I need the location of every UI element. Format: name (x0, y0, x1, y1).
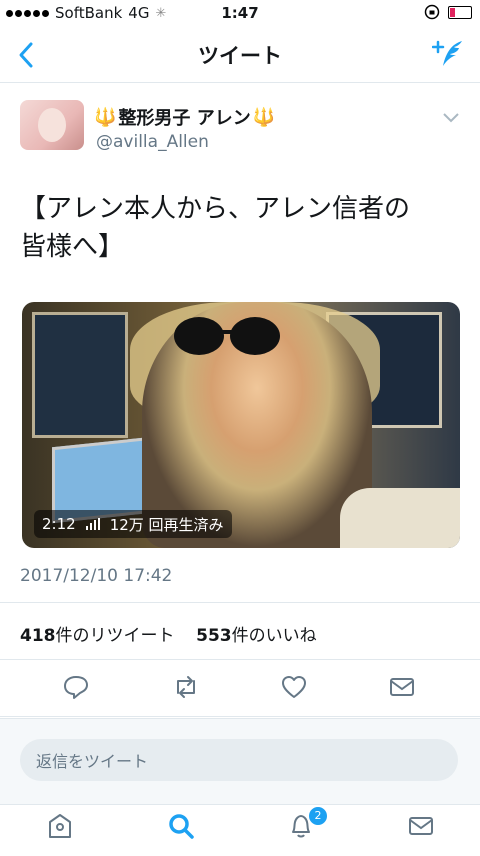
chevron-down-icon[interactable] (442, 112, 460, 124)
like-icon[interactable] (280, 673, 308, 701)
bottom-tab-bar: 2 (0, 804, 480, 856)
status-bar: SoftBank 4G ✳ 1:47 (0, 0, 480, 28)
like-count: 553 (196, 626, 232, 646)
status-time: 1:47 (221, 4, 259, 22)
retweet-label: 件のリツイート (55, 626, 175, 646)
video-frame-window (32, 312, 128, 438)
tweet-text-line: 皆様へ】 (20, 232, 125, 262)
video-frame-pillow (340, 488, 460, 548)
retweet-icon[interactable] (172, 673, 200, 701)
like-label: 件のいいね (231, 626, 317, 646)
battery-icon (448, 5, 472, 19)
video-frame-sunglasses (174, 317, 280, 355)
author-name: 整形男子 アレン (118, 108, 251, 129)
like-stat[interactable]: 553件のいいね (196, 626, 317, 646)
retweet-count: 418 (20, 626, 56, 646)
tweet-timestamp: 2017/12/10 17:42 (20, 566, 173, 586)
tweet-text-line: 【アレン本人から、アレン信者の (20, 194, 411, 224)
page-title: ツイート (198, 44, 282, 68)
video-view-count: 12万 回再生済み (109, 515, 224, 534)
author-handle[interactable]: @avilla_Allen (96, 132, 209, 152)
author-name-row[interactable]: 🔱 整形男子 アレン 🔱 (94, 104, 275, 130)
tweet-stats: 418件のリツイート 553件のいいね (0, 602, 480, 660)
view-count-icon (85, 518, 100, 530)
tweet-actions (0, 660, 480, 717)
direct-message-icon[interactable] (388, 673, 416, 701)
trident-emoji-icon: 🔱 (94, 106, 117, 128)
avatar[interactable] (20, 100, 84, 150)
reply-icon[interactable] (62, 673, 90, 701)
home-icon[interactable] (45, 811, 75, 841)
video-info-overlay: 2:12 12万 回再生済み (34, 510, 232, 538)
reply-input[interactable]: 返信をツイート (20, 739, 458, 781)
video-player[interactable]: 2:12 12万 回再生済み (22, 302, 460, 548)
retweet-stat[interactable]: 418件のリツイート (20, 626, 175, 646)
compose-tweet-button[interactable] (432, 38, 466, 72)
video-duration: 2:12 (42, 515, 76, 533)
messages-icon[interactable] (406, 811, 436, 841)
reply-bar: 返信をツイート (0, 718, 480, 805)
tweet-text: 【アレン本人から、アレン信者の 皆様へ】 (20, 190, 465, 266)
trident-emoji-icon: 🔱 (252, 106, 276, 128)
orientation-lock-icon (424, 4, 440, 20)
notification-badge: 2 (307, 805, 329, 827)
tweet-author: 🔱 整形男子 アレン 🔱 @avilla_Allen (20, 100, 460, 160)
search-icon[interactable] (166, 811, 196, 841)
nav-bar: ツイート (0, 28, 480, 83)
